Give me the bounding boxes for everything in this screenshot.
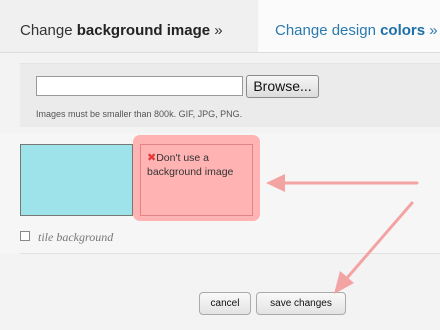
arrow-head-left-icon [266,174,285,192]
arrow-to-save [345,201,414,280]
annotation-arrows [266,174,419,294]
